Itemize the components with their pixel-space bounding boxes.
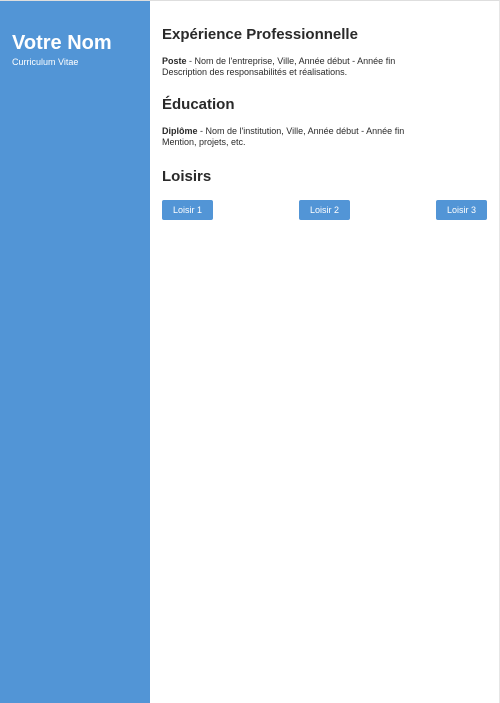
hobby-button[interactable]: Loisir 2 xyxy=(299,200,350,220)
education-entry: Diplôme - Nom de l'institution, Ville, A… xyxy=(162,126,489,148)
education-details: - Nom de l'institution, Ville, Année déb… xyxy=(197,126,405,136)
hobbies-heading: Loisirs xyxy=(162,168,212,185)
education-section: Éducation Diplôme - Nom de l'institution… xyxy=(162,96,489,148)
hobby-button[interactable]: Loisir 1 xyxy=(162,200,213,220)
hobby-button[interactable]: Loisir 3 xyxy=(436,200,487,220)
experience-label: Poste xyxy=(162,56,187,66)
experience-section: Expérience Professionnelle Poste - Nom d… xyxy=(162,26,489,78)
education-description: Mention, projets, etc. xyxy=(162,137,246,147)
person-name: Votre Nom xyxy=(12,32,112,54)
education-label: Diplôme xyxy=(162,126,198,136)
resume-subtitle: Curriculum Vitae xyxy=(12,57,79,67)
hobbies-section: Loisirs Loisir 1 Loisir 2 Loisir 3 xyxy=(162,168,489,220)
sidebar: Votre Nom Curriculum Vitae xyxy=(0,1,150,703)
resume-page: Votre Nom Curriculum Vitae Expérience Pr… xyxy=(0,0,500,703)
education-heading: Éducation xyxy=(162,96,235,113)
experience-description: Description des responsabilités et réali… xyxy=(162,67,348,77)
experience-details: - Nom de l'entreprise, Ville, Année débu… xyxy=(186,56,396,66)
experience-entry: Poste - Nom de l'entreprise, Ville, Anné… xyxy=(162,56,489,78)
experience-heading: Expérience Professionnelle xyxy=(162,26,358,43)
hobbies-list: Loisir 1 Loisir 2 Loisir 3 xyxy=(162,200,489,220)
